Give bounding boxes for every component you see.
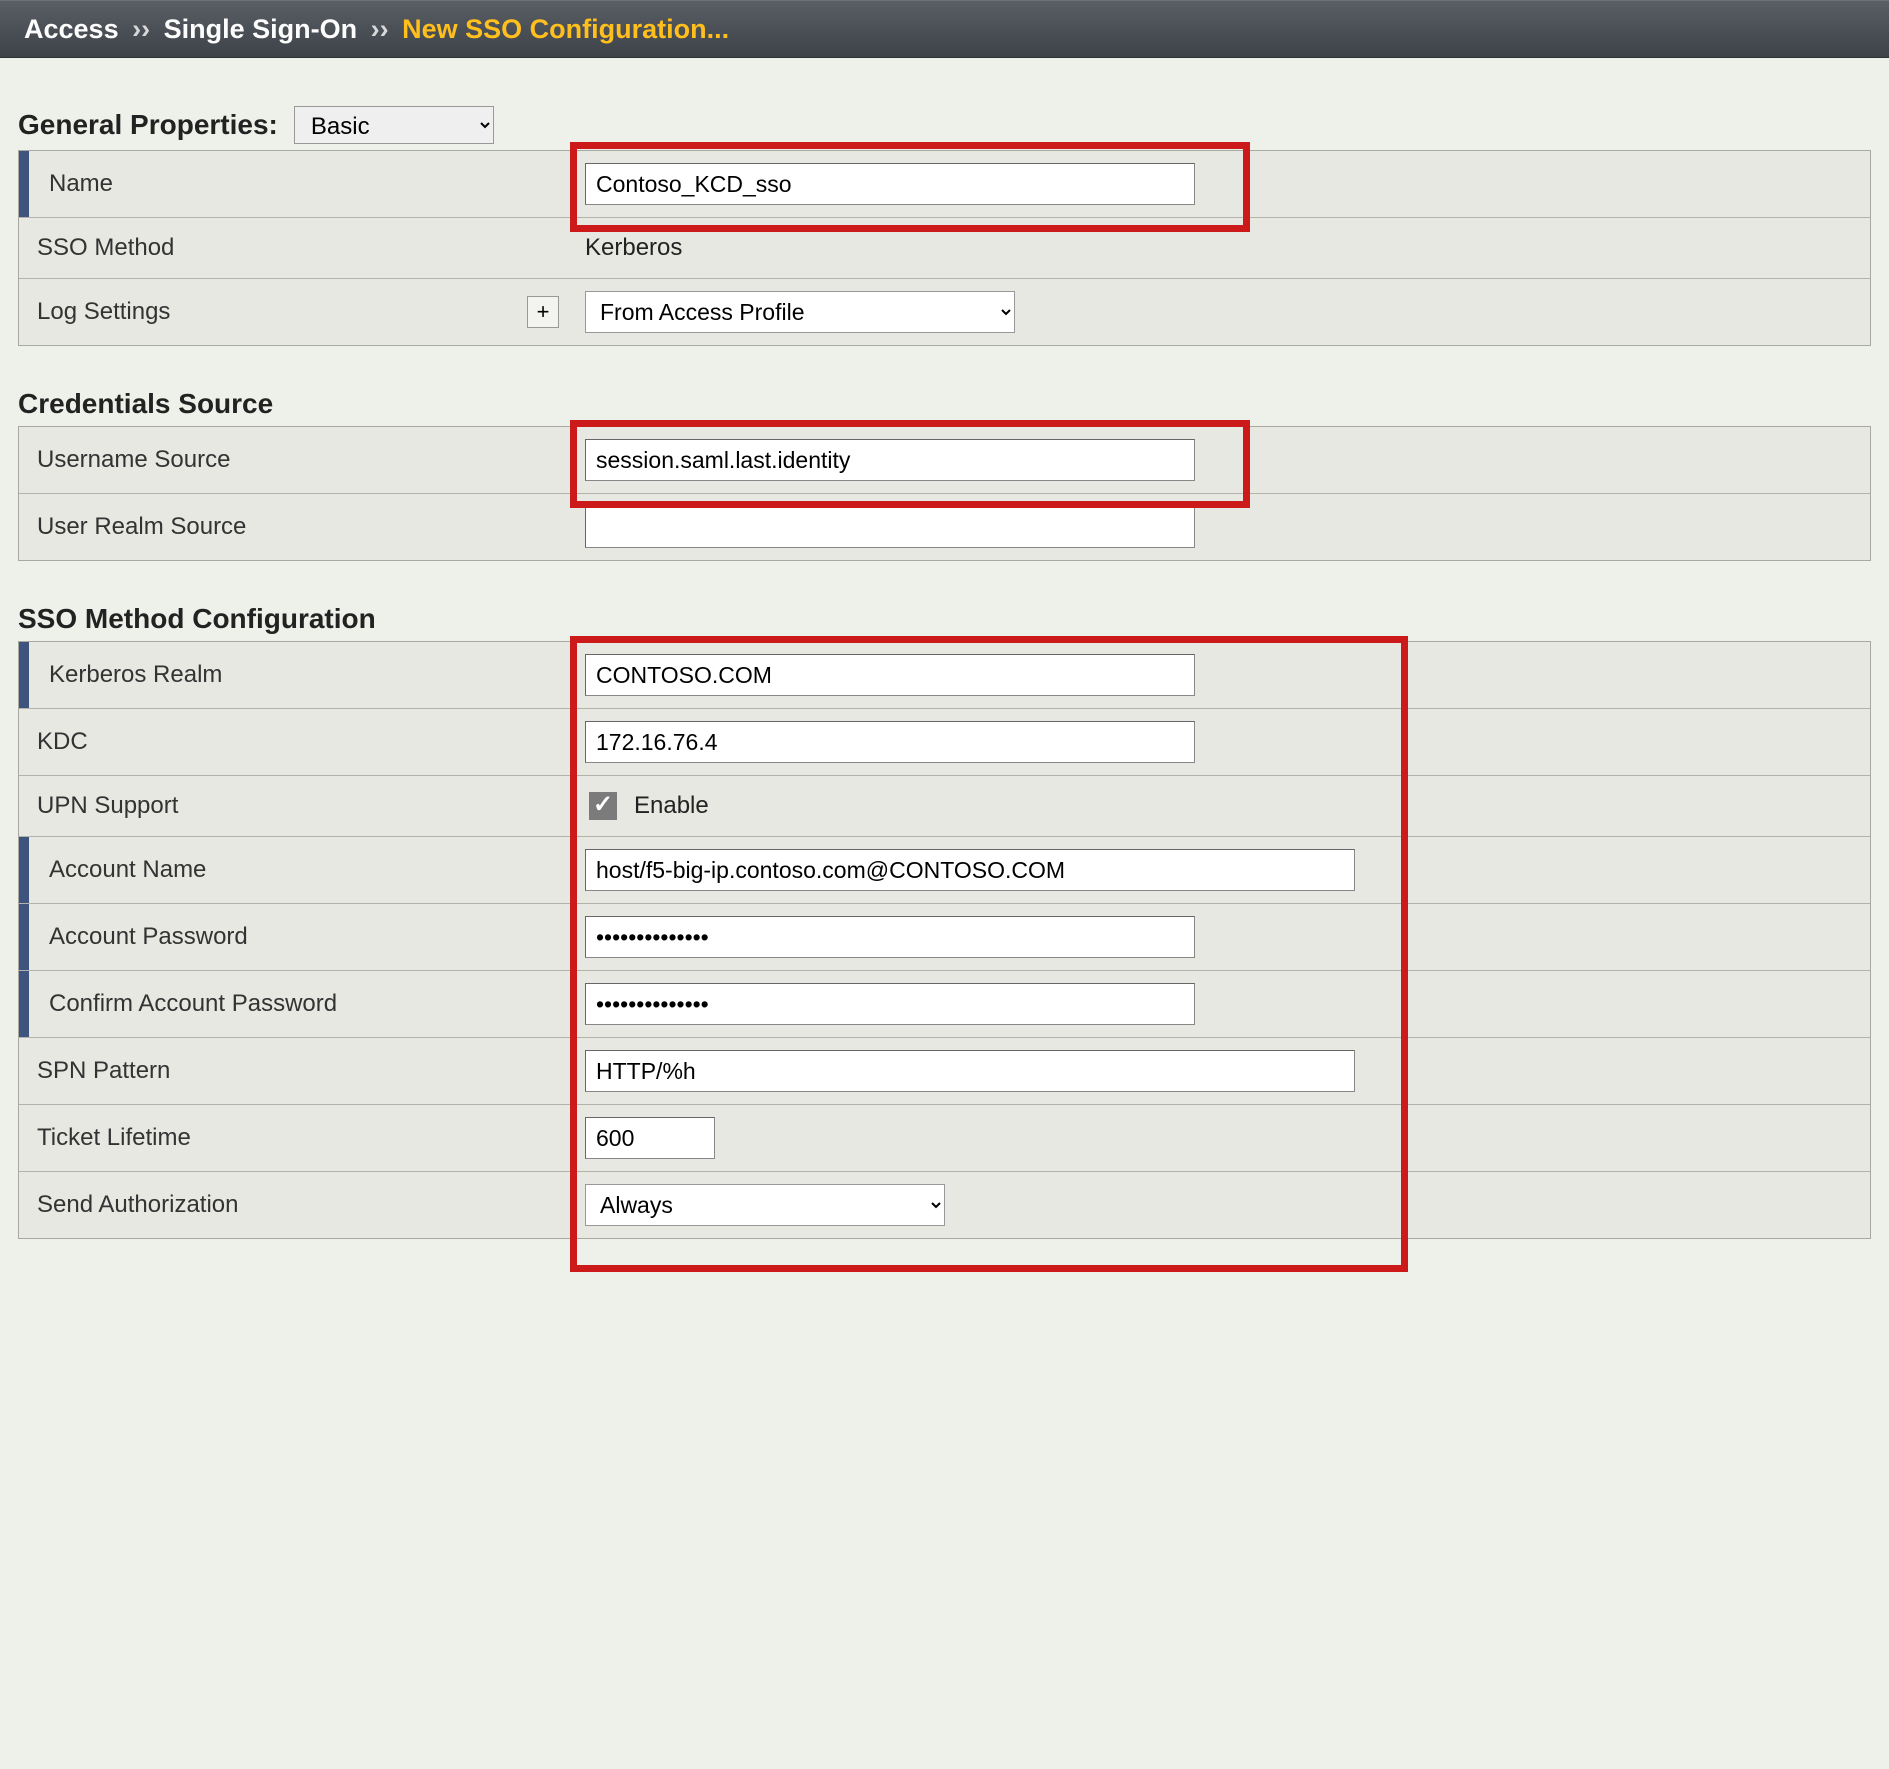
sso-method-config-table: Kerberos Realm KDC UPN Support Enable xyxy=(18,641,1871,1239)
select-send-authorization[interactable]: Always xyxy=(585,1184,945,1226)
row-upn-support: UPN Support Enable xyxy=(19,775,1870,836)
label-spn-pattern: SPN Pattern xyxy=(19,1038,571,1104)
row-sso-method: SSO Method Kerberos xyxy=(19,217,1870,278)
label-confirm-account-password: Confirm Account Password xyxy=(19,971,571,1037)
label-username-source: Username Source xyxy=(19,427,571,493)
select-log-settings[interactable]: From Access Profile xyxy=(585,291,1015,333)
label-upn-support: UPN Support xyxy=(19,776,571,836)
section-title-sso-config: SSO Method Configuration xyxy=(18,603,376,635)
breadcrumb: Access ›› Single Sign-On ›› New SSO Conf… xyxy=(0,0,1889,58)
label-sso-method: SSO Method xyxy=(19,218,571,278)
row-log-settings: Log Settings + From Access Profile xyxy=(19,278,1870,345)
label-name: Name xyxy=(19,151,571,217)
row-username-source: Username Source xyxy=(19,427,1870,493)
input-kerberos-realm[interactable] xyxy=(585,654,1195,696)
row-confirm-account-password: Confirm Account Password xyxy=(19,970,1870,1037)
label-ticket-lifetime: Ticket Lifetime xyxy=(19,1105,571,1171)
value-sso-method: Kerberos xyxy=(571,218,1870,278)
label-log-settings: Log Settings + xyxy=(19,279,571,345)
row-ticket-lifetime: Ticket Lifetime xyxy=(19,1104,1870,1171)
label-kdc: KDC xyxy=(19,709,571,775)
row-user-realm-source: User Realm Source xyxy=(19,493,1870,560)
input-spn-pattern[interactable] xyxy=(585,1050,1355,1092)
breadcrumb-access[interactable]: Access xyxy=(24,14,119,44)
row-account-password: Account Password xyxy=(19,903,1870,970)
general-properties-table: Name SSO Method Kerberos Log Settings + … xyxy=(18,150,1871,346)
input-confirm-account-password[interactable] xyxy=(585,983,1195,1025)
label-user-realm-source: User Realm Source xyxy=(19,494,571,560)
breadcrumb-sep-2: ›› xyxy=(365,14,395,44)
general-mode-select[interactable]: Basic xyxy=(294,106,494,144)
credentials-source-table: Username Source User Realm Source xyxy=(18,426,1871,561)
row-kdc: KDC xyxy=(19,708,1870,775)
label-account-password: Account Password xyxy=(19,904,571,970)
row-send-authorization: Send Authorization Always xyxy=(19,1171,1870,1238)
input-account-password[interactable] xyxy=(585,916,1195,958)
breadcrumb-sep-1: ›› xyxy=(126,14,156,44)
label-kerberos-realm: Kerberos Realm xyxy=(19,642,571,708)
input-username-source[interactable] xyxy=(585,439,1195,481)
label-send-authorization: Send Authorization xyxy=(19,1172,571,1238)
input-kdc[interactable] xyxy=(585,721,1195,763)
row-kerberos-realm: Kerberos Realm xyxy=(19,642,1870,708)
label-account-name: Account Name xyxy=(19,837,571,903)
section-title-general: General Properties: xyxy=(18,109,278,141)
breadcrumb-current: New SSO Configuration... xyxy=(402,14,729,44)
input-user-realm-source[interactable] xyxy=(585,506,1195,548)
input-ticket-lifetime[interactable] xyxy=(585,1117,715,1159)
breadcrumb-sso[interactable]: Single Sign-On xyxy=(164,14,358,44)
row-account-name: Account Name xyxy=(19,836,1870,903)
log-settings-add-button[interactable]: + xyxy=(527,296,559,328)
row-spn-pattern: SPN Pattern xyxy=(19,1037,1870,1104)
input-name[interactable] xyxy=(585,163,1195,205)
row-name: Name xyxy=(19,151,1870,217)
input-account-name[interactable] xyxy=(585,849,1355,891)
checkbox-upn-enable[interactable] xyxy=(589,792,617,820)
section-title-credentials: Credentials Source xyxy=(18,388,273,420)
checkbox-upn-label: Enable xyxy=(634,792,709,820)
